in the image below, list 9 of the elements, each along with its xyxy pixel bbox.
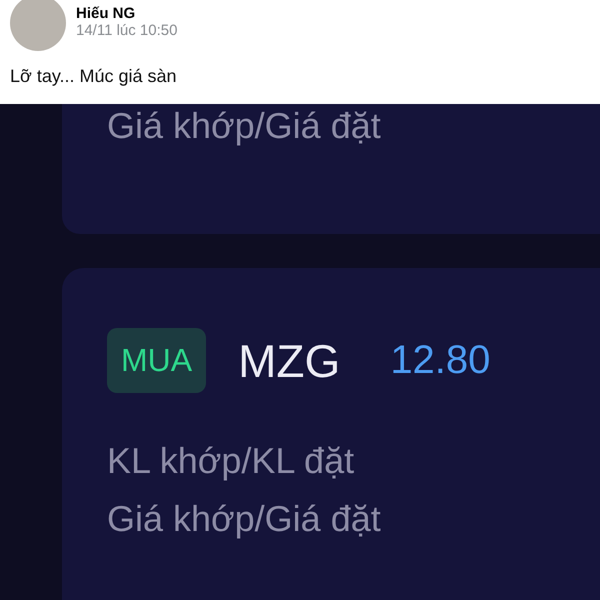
field-label: Giá khớp/Giá đặt: [107, 498, 382, 538]
avatar-placeholder: [10, 0, 66, 51]
order-side-badge: MUA: [107, 328, 206, 393]
order-price: 12.80: [390, 338, 490, 383]
field-label: Giá khớp/Giá đặt: [107, 106, 381, 146]
author-name[interactable]: Hiếu NG: [76, 5, 178, 22]
field-label: KL khớp/KL đặt: [107, 441, 356, 481]
post-text: Lỡ tay... Múc giá sàn: [10, 66, 178, 87]
stock-symbol: MZG: [238, 334, 340, 388]
